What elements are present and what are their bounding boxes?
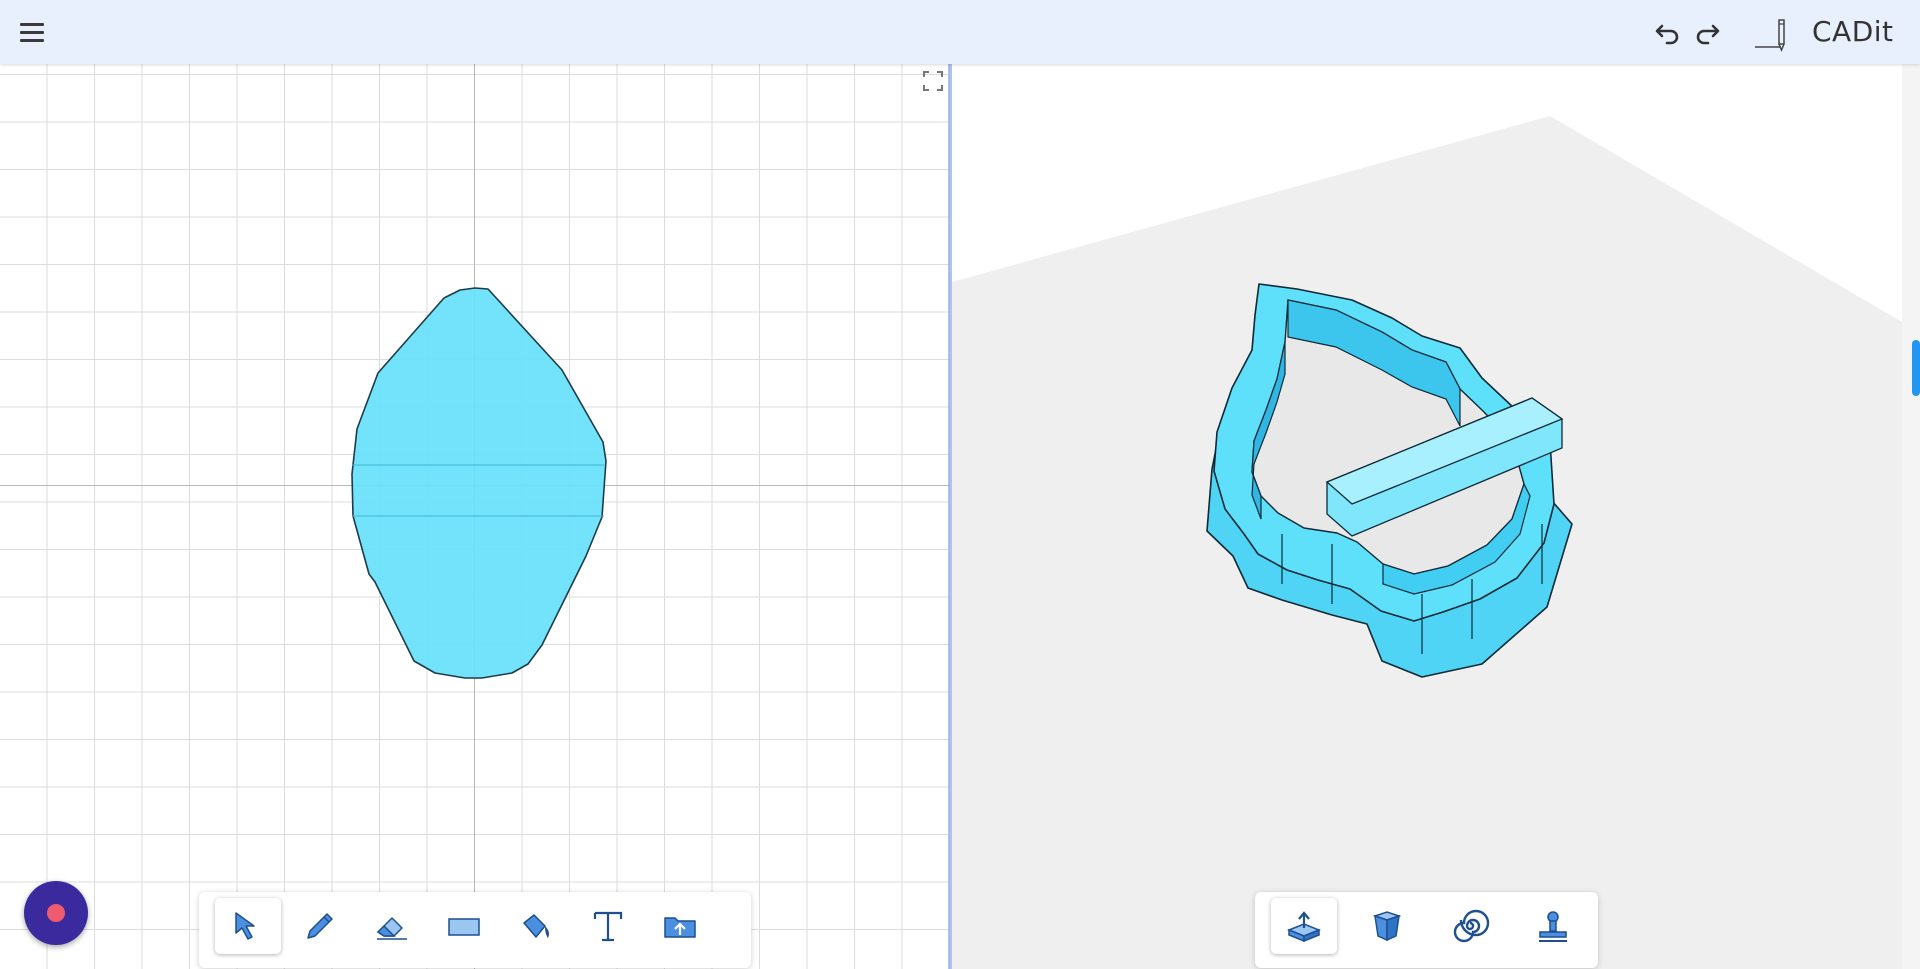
model-toolbar [1255, 892, 1598, 968]
fullscreen-icon [923, 71, 943, 91]
pencil-logo-icon [1752, 14, 1788, 54]
folder-upload-icon [664, 917, 696, 938]
arrow-cursor-icon [235, 912, 255, 940]
pencil-tool-button[interactable] [287, 898, 353, 954]
sketch-shape[interactable] [0, 64, 950, 969]
menu-button[interactable] [14, 14, 50, 50]
undo-icon [1655, 24, 1679, 45]
build-plate [952, 116, 1902, 969]
redo-button[interactable] [1689, 14, 1725, 50]
paint-bucket-icon [523, 914, 549, 938]
import-tool-button[interactable] [647, 898, 713, 954]
sketch-canvas[interactable] [0, 64, 950, 969]
menu-icon [20, 23, 44, 26]
undo-button[interactable] [1650, 14, 1686, 50]
top-bar: CADit [0, 0, 1920, 64]
rectangle-tool-button[interactable] [431, 898, 497, 954]
extrude-tool-button[interactable] [1271, 898, 1337, 954]
stamp-tool-button[interactable] [1520, 898, 1586, 954]
eraser-icon [376, 917, 407, 940]
app-title: CADit [1812, 15, 1894, 48]
select-tool-button[interactable] [215, 898, 281, 954]
sketch-toolbar [199, 892, 751, 968]
scrollbar-thumb[interactable] [1912, 340, 1920, 396]
fill-tool-button[interactable] [503, 898, 569, 954]
spiral-icon [1453, 909, 1490, 943]
text-tool-button[interactable] [575, 898, 641, 954]
record-button[interactable] [24, 881, 88, 945]
cube-icon [1372, 911, 1402, 942]
model-viewport[interactable] [952, 64, 1902, 969]
stamp-icon [1539, 911, 1567, 942]
extrude-icon [1286, 911, 1322, 943]
record-icon [47, 904, 65, 922]
eraser-tool-button[interactable] [359, 898, 425, 954]
text-icon [593, 911, 623, 942]
pencil-icon [307, 913, 333, 939]
redo-icon [1696, 24, 1720, 45]
rectangle-icon [448, 918, 480, 936]
vertical-scrollbar[interactable] [1902, 64, 1920, 969]
box-tool-button[interactable] [1354, 898, 1420, 954]
expand-sketch-button[interactable] [922, 70, 944, 92]
spiral-tool-button[interactable] [1437, 898, 1503, 954]
